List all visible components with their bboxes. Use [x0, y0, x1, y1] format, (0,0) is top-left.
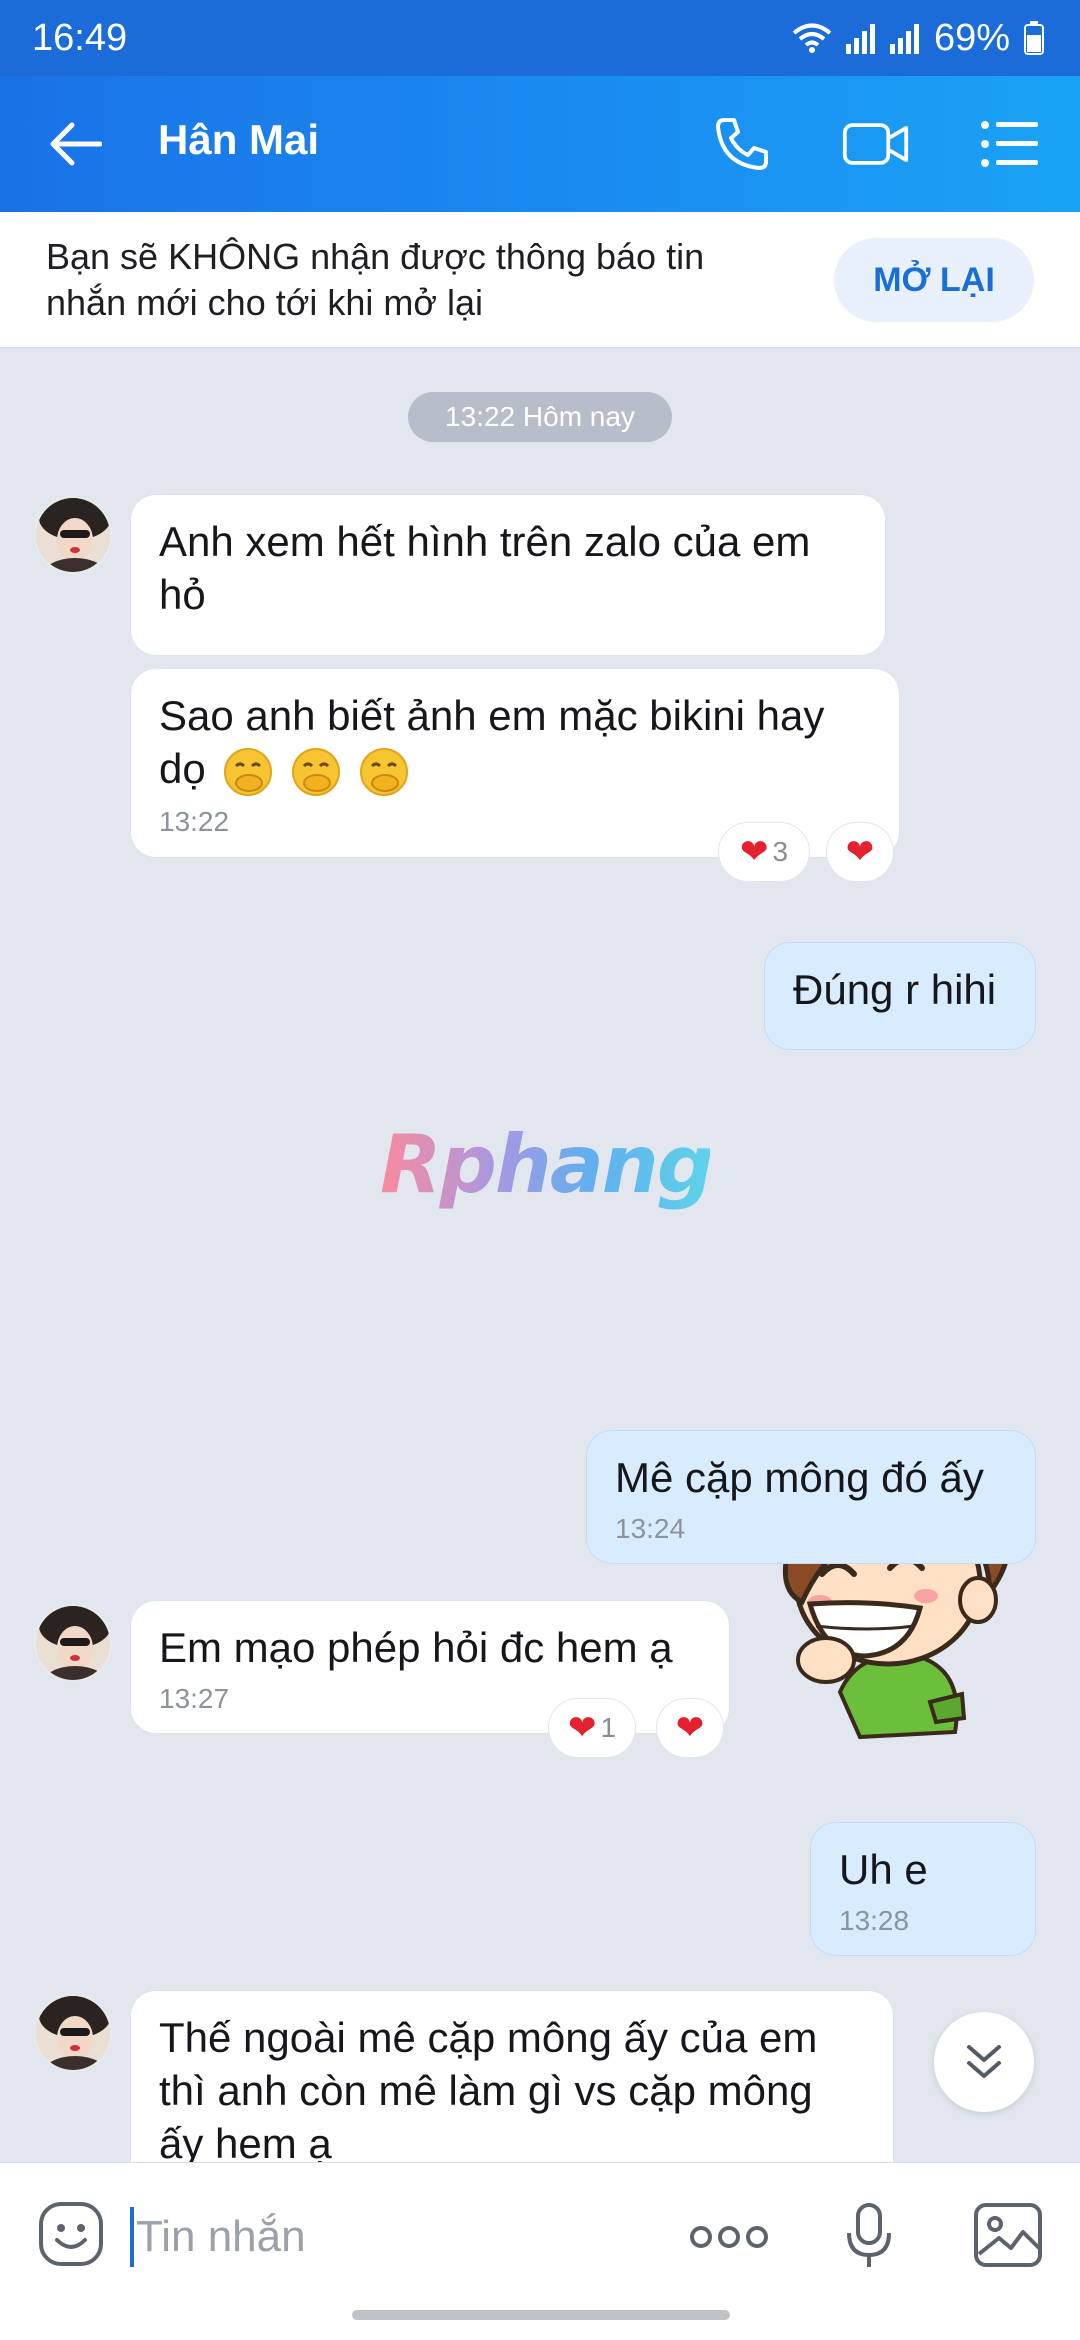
heart-icon: ❤ — [675, 1709, 705, 1747]
message-text-line: hỏ — [159, 571, 206, 618]
battery-percent: 69% — [933, 16, 1010, 59]
heart-icon: ❤ — [567, 1709, 597, 1747]
home-indicator-bar[interactable] — [352, 2310, 730, 2320]
chevron-down-icon — [967, 2045, 1001, 2078]
microphone-icon — [847, 2203, 891, 2267]
avatar-photo — [36, 1996, 110, 2070]
message-text-line: thì anh còn mê làm gì vs cặp mông — [159, 2067, 813, 2114]
contact-name[interactable]: Hân Mai — [158, 116, 319, 164]
face-with-hand-over-mouth-emoji-icon — [292, 747, 341, 796]
back-button[interactable] — [44, 112, 108, 176]
message-timestamp: 13:24 — [615, 1513, 686, 1544]
message-text: Em mạo phép hỏi đc hem ạ — [159, 1624, 673, 1671]
screen: 16:49 69% Hân Mai Bạn sẽ KHÔNG nhận được… — [0, 0, 1080, 2340]
wifi-icon — [792, 23, 832, 53]
heart-icon: ❤ — [845, 833, 875, 871]
reopen-notifications-button[interactable]: MỞ LẠI — [834, 238, 1034, 322]
watermark-logo: Rphang — [380, 1118, 714, 1228]
message-text-line-with-emoji: dọ — [159, 742, 871, 797]
menu-list-icon — [981, 121, 1038, 167]
face-with-hand-over-mouth-emoji-icon — [359, 747, 408, 796]
message-text: Uh e — [839, 1846, 928, 1893]
video-call-icon — [842, 123, 909, 165]
battery-icon — [1024, 21, 1044, 55]
incoming-message-bubble[interactable]: Em mạo phép hỏi đc hem ạ 13:27 — [130, 1600, 730, 1734]
status-bar: 16:49 69% — [0, 0, 1080, 76]
message-text-line: Anh xem hết hình trên zalo của em — [159, 518, 811, 565]
face-with-hand-over-mouth-emoji-icon — [224, 747, 273, 796]
add-reaction-button[interactable]: ❤ — [656, 1698, 724, 1758]
date-separator: 13:22 Hôm nay — [408, 392, 672, 442]
more-dots-icon — [690, 2226, 768, 2248]
outgoing-message-bubble[interactable]: Uh e 13:28 — [810, 1822, 1036, 1956]
message-text-line: Thế ngoài mê cặp mông ấy của em — [159, 2014, 818, 2061]
avatar-photo — [36, 1606, 110, 1680]
reaction-summary[interactable]: ❤ 1 — [548, 1698, 636, 1758]
contact-avatar[interactable] — [34, 1994, 112, 2072]
chat-header: Hân Mai — [0, 76, 1080, 212]
mute-notice-line-1: Bạn sẽ KHÔNG nhận được thông báo tin — [46, 236, 705, 277]
outgoing-message-bubble[interactable]: Mê cặp mông đó ấy 13:24 — [586, 1430, 1036, 1564]
message-text-line: Sao anh biết ảnh em mặc bikini hay — [159, 692, 825, 739]
incoming-message-bubble[interactable]: Anh xem hết hình trên zalo của em hỏ — [130, 494, 886, 656]
more-options-button[interactable] — [684, 2209, 774, 2265]
smiley-icon — [39, 2202, 103, 2266]
sticker-emoji-button[interactable] — [32, 2195, 110, 2273]
message-text-line: ấy hem ạ — [159, 2120, 332, 2162]
voice-message-button[interactable] — [836, 2199, 902, 2273]
message-list[interactable]: 13:22 Hôm nay Anh xem hết hình trên zalo… — [0, 348, 1080, 2162]
status-icons: 69% — [792, 17, 1044, 60]
outgoing-message-bubble[interactable]: Đúng r hihi — [764, 942, 1036, 1050]
avatar-photo — [36, 498, 110, 572]
send-image-button[interactable] — [970, 2199, 1046, 2271]
reaction-summary[interactable]: ❤ 3 — [718, 822, 810, 882]
reaction-count: 1 — [600, 1712, 617, 1743]
mute-notice-banner: Bạn sẽ KHÔNG nhận được thông báo tin nhắ… — [0, 212, 1080, 348]
heart-icon: ❤ — [739, 833, 769, 871]
voice-call-button[interactable] — [708, 110, 776, 178]
add-reaction-button[interactable]: ❤ — [826, 822, 894, 882]
message-timestamp: 13:28 — [839, 1905, 910, 1936]
signal-icon-2 — [889, 24, 919, 54]
reaction-count: 3 — [772, 836, 789, 867]
status-time: 16:49 — [32, 16, 128, 59]
message-text: Đúng r hihi — [793, 966, 997, 1013]
phone-icon — [716, 118, 768, 170]
contact-avatar[interactable] — [34, 496, 112, 574]
back-arrow-icon — [50, 122, 102, 166]
incoming-message-bubble[interactable]: Thế ngoài mê cặp mông ấy của em thì anh … — [130, 1990, 894, 2162]
options-menu-button[interactable] — [976, 110, 1044, 178]
mute-notice-line-2: nhắn mới cho tới khi mở lại — [46, 282, 483, 323]
contact-avatar[interactable] — [34, 1604, 112, 1682]
message-text-line: dọ — [159, 745, 206, 792]
scroll-to-bottom-button[interactable] — [934, 2012, 1034, 2112]
message-input[interactable] — [130, 2207, 650, 2267]
signal-icon-1 — [845, 24, 875, 54]
mute-notice-text: Bạn sẽ KHÔNG nhận được thông báo tin nhắ… — [46, 234, 806, 326]
image-gallery-icon — [974, 2203, 1042, 2267]
video-call-button[interactable] — [842, 110, 910, 178]
message-text: Mê cặp mông đó ấy — [615, 1454, 984, 1501]
